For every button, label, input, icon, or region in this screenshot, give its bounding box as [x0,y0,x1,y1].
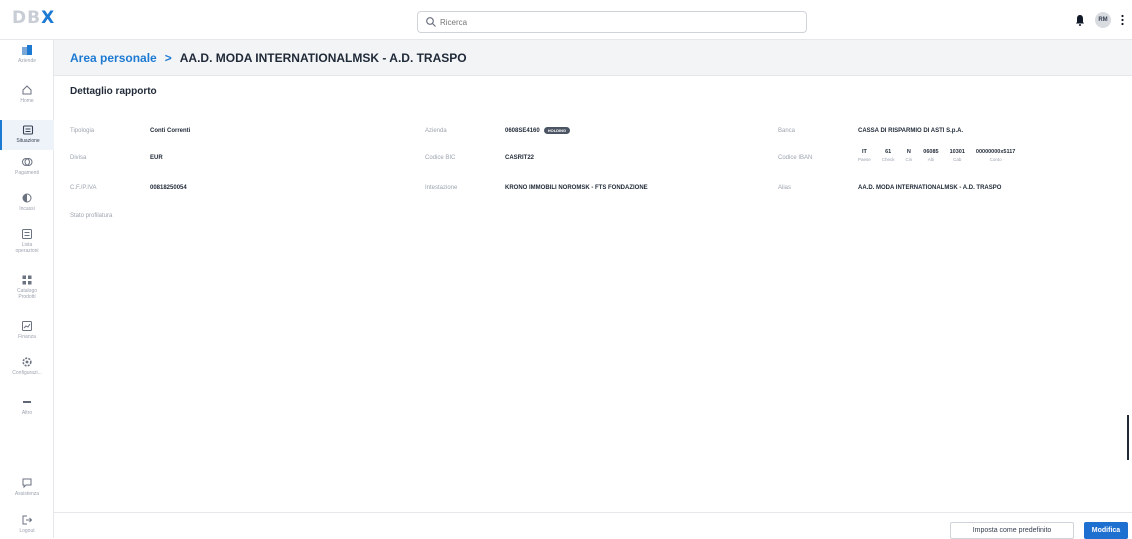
scrollbar[interactable] [1127,415,1129,460]
cf-value: 00818250054 [150,185,187,191]
iban-parts: IT Paese 61 Check N Cin 06085 Abi 10301 Cab 0… [858,149,1015,162]
more-options-icon[interactable] [1121,14,1124,26]
alias-value: AA.D. MODA INTERNATIONALMSK - A.D. TRASP… [858,185,1002,191]
iban-part-label: Cab [953,157,962,162]
notification-icon[interactable] [1075,14,1085,26]
avatar[interactable]: RM [1095,12,1111,28]
search-icon [426,17,436,27]
iban-part-conto: 00000000x5117 Conto [976,149,1015,162]
stato-profilatura-label: Stato profilatura [70,213,113,219]
banca-value: CASSA DI RISPARMIO DI ASTI S.p.A. [858,128,964,134]
more-icon [23,401,31,403]
logo-mark: X [41,8,56,28]
breadcrumb-current: AA.D. MODA INTERNATIONALMSK - A.D. TRASP… [179,51,467,65]
sidebar-item-assistenza[interactable]: Assistenza [0,477,54,505]
search-box[interactable] [417,11,807,33]
tipologia-value: Conti Correnti [150,128,191,134]
iban-part-value: 61 [885,149,892,155]
sidebar-item-incassi[interactable]: Incassi [0,192,54,220]
grid-icon [22,275,32,285]
iban-part-label: Abi [927,157,935,162]
sidebar-item-label: Situazione [16,138,40,144]
sidebar-item-catalogo-prodotti[interactable]: Catalogo Prodotti [0,274,54,310]
iban-part-label: Check [881,157,895,162]
intestazione-label: Intestazione [425,185,458,191]
iban-part-label: Paese [858,157,871,162]
cf-label: C.F./P.IVA [70,185,97,191]
iban-part-value: 00000000x5117 [975,149,1016,155]
search-input[interactable] [440,14,800,30]
iban-part-value: IT [861,149,867,155]
divisa-label: Divisa [70,155,87,161]
sidebar-item-logout[interactable]: Logout [0,514,54,538]
iban-part-value: 10301 [949,149,965,155]
sidebar-item-label: Catalogo Prodotti [16,288,37,300]
sidebar-item-label: Home [20,98,34,104]
breadcrumb-separator: > [164,51,172,65]
sidebar-item-pagamenti[interactable]: Pagamenti [0,156,54,184]
sidebar: Aziende Home Situazione Pagamenti Incass… [0,40,54,538]
tipologia-label: Tipologia [70,128,95,134]
iban-part-check: 61 Check [882,149,895,162]
azienda-label: Azienda [425,128,447,134]
sidebar-item-label: Configurazi... [12,370,42,376]
sidebar-item-label: Lista operazioni [15,242,39,254]
sidebar-item-label: Pagamenti [15,170,39,176]
building-icon [22,45,32,55]
payments-icon [22,158,33,166]
logo-text: DB [12,8,42,28]
azienda-value: 0608SE4160 [505,128,540,135]
bic-label: Codice BIC [425,155,456,161]
iban-part-value: 06085 [923,149,939,155]
sidebar-item-aziende[interactable]: Aziende [0,44,54,72]
sidebar-item-label: Logout [19,528,35,534]
iban-part-value: N [906,149,911,155]
divisa-value: EUR [150,155,163,161]
footer-actions: Imposta come predefinito Modifica [54,512,1132,539]
sidebar-item-situazione[interactable]: Situazione [0,120,54,150]
chat-icon [22,478,32,489]
breadcrumb-area-personale[interactable]: Area personale [70,51,157,65]
list-icon [22,229,32,239]
sidebar-item-lista-operazioni[interactable]: Lista operazioni [0,228,54,264]
edit-button[interactable]: Modifica [1084,522,1128,539]
iban-part-abi: 06085 Abi [923,149,938,162]
section-title: Dettaglio rapporto [70,86,157,97]
iban-label: Codice IBAN [778,155,813,161]
azienda-value-wrap: 0608SE4160 HOLDING [505,127,571,135]
bic-value: CASRIT22 [505,155,535,161]
iban-part-label: Conto [989,157,1002,162]
alias-label: Alias [778,185,792,191]
breadcrumb: Area personale > AA.D. MODA INTERNATIONA… [70,51,467,65]
home-icon [22,85,32,95]
logout-icon [22,515,33,525]
banca-label: Banca [778,128,796,134]
iban-part-cin: N Cin [906,149,913,162]
sidebar-item-altro[interactable]: Altro [0,396,54,424]
iban-part-cab: 10301 Cab [950,149,965,162]
settings-icon [22,357,32,367]
sidebar-item-label: Finanza [18,334,36,340]
iban-part-paese: IT Paese [858,149,871,162]
incassi-icon [22,193,32,203]
sidebar-item-configurazione[interactable]: Configurazi... [0,356,54,384]
sidebar-item-label: Aziende [17,58,37,64]
iban-part-label: Cin [905,157,913,162]
app-logo[interactable]: DBX [12,8,55,28]
holding-badge: HOLDING [543,127,571,134]
sidebar-item-label: Altro [21,410,33,416]
sidebar-item-label: Assistenza [14,491,40,497]
intestazione-value: KRONO IMMOBILI NOROMSK - FTS FONDAZIONE [505,185,648,191]
top-right-actions: RM [1075,12,1124,28]
wallet-icon [22,125,34,135]
sidebar-item-home[interactable]: Home [0,84,54,112]
top-bar: DBX RM [0,0,1132,40]
finance-icon [22,321,32,331]
page-header: Area personale > AA.D. MODA INTERNATIONA… [54,40,1132,76]
sidebar-item-label: Incassi [19,206,35,212]
sidebar-item-finanza[interactable]: Finanza [0,320,54,348]
set-default-button[interactable]: Imposta come predefinito [950,522,1074,539]
